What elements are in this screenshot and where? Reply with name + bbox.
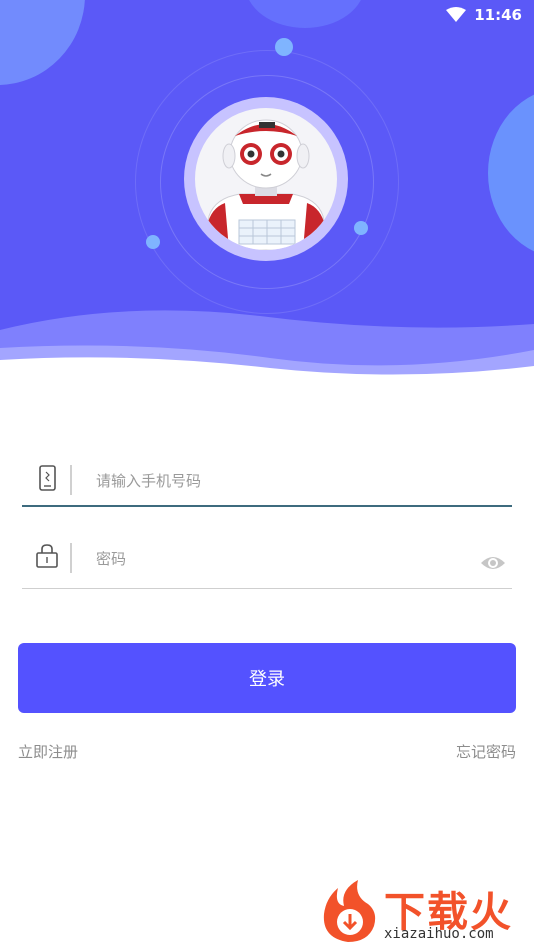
field-divider (70, 465, 72, 495)
forgot-password-link[interactable]: 忘记密码 (456, 741, 516, 762)
decor-dot (354, 221, 368, 235)
header-wave (0, 310, 534, 378)
decor-bubble (488, 88, 534, 258)
password-input[interactable] (94, 545, 478, 573)
status-bar: 11:46 (446, 4, 522, 26)
flame-logo-icon (323, 880, 376, 942)
robot-avatar (195, 108, 337, 250)
lock-icon (36, 544, 58, 568)
password-field (22, 533, 512, 589)
field-divider (70, 543, 72, 573)
eye-icon[interactable] (480, 554, 506, 572)
register-link[interactable]: 立即注册 (18, 741, 78, 762)
phone-icon (39, 465, 56, 491)
decor-bubble (245, 0, 365, 28)
phone-input[interactable] (94, 467, 478, 495)
status-time: 11:46 (474, 6, 522, 24)
login-button[interactable]: 登录 (18, 643, 516, 713)
watermark: 下载火 xiazaihuo.com (318, 878, 532, 946)
phone-field (22, 455, 512, 507)
decor-bubble (0, 0, 85, 85)
watermark-site: xiazaihuo.com (384, 926, 494, 942)
wifi-icon (446, 7, 467, 22)
decor-dot (146, 235, 160, 249)
login-header: 11:46 (0, 0, 534, 378)
decor-dot (275, 38, 293, 56)
